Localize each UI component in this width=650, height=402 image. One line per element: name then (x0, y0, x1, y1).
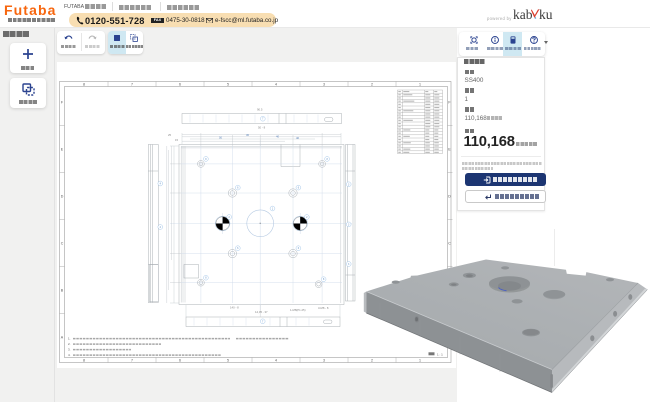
svg-text:140 - 8: 140 - 8 (230, 306, 239, 310)
svg-text:7: 7 (131, 359, 133, 363)
svg-text:3-M8 - 8: 3-M8 - 8 (318, 306, 329, 310)
svg-text:14,05 - 37: 14,05 - 37 (255, 310, 268, 314)
svg-text:8: 8 (83, 359, 85, 363)
svg-text:D: D (61, 195, 64, 199)
svg-text:8: 8 (83, 83, 85, 87)
svg-text:5: 5 (227, 83, 229, 87)
svg-text:3: 3 (323, 359, 325, 363)
svg-text:1: 1 (419, 359, 421, 363)
svg-text:1: 1 (419, 83, 421, 87)
svg-text:2.: 2. (68, 342, 71, 346)
svg-text:7: 7 (131, 83, 133, 87)
svg-text:6: 6 (179, 359, 181, 363)
svg-text:4: 4 (275, 83, 277, 87)
svg-text:90.5: 90.5 (257, 108, 263, 112)
svg-text:40: 40 (296, 136, 300, 140)
svg-text:6: 6 (179, 83, 181, 87)
svg-text:1-M8(P1.25): 1-M8(P1.25) (290, 308, 306, 312)
svg-text:40: 40 (276, 135, 280, 139)
svg-text:1.: 1. (68, 337, 71, 341)
svg-text:30: 30 (246, 133, 250, 137)
svg-text:50: 50 (219, 136, 223, 140)
svg-text:4.: 4. (68, 353, 71, 357)
svg-text:D: D (448, 195, 451, 199)
svg-text:C: C (448, 242, 451, 246)
svg-text:15: 15 (175, 138, 179, 142)
svg-text:2: 2 (371, 359, 373, 363)
svg-text:25: 25 (168, 133, 172, 137)
svg-text:5: 5 (227, 359, 229, 363)
svg-text:4: 4 (275, 359, 277, 363)
svg-text:1 : 1: 1 : 1 (437, 353, 443, 357)
svg-text:3: 3 (323, 83, 325, 87)
svg-text:50 - 8: 50 - 8 (258, 126, 266, 130)
svg-text:2: 2 (371, 83, 373, 87)
svg-text:3.: 3. (68, 348, 71, 352)
svg-text:C: C (61, 242, 64, 246)
